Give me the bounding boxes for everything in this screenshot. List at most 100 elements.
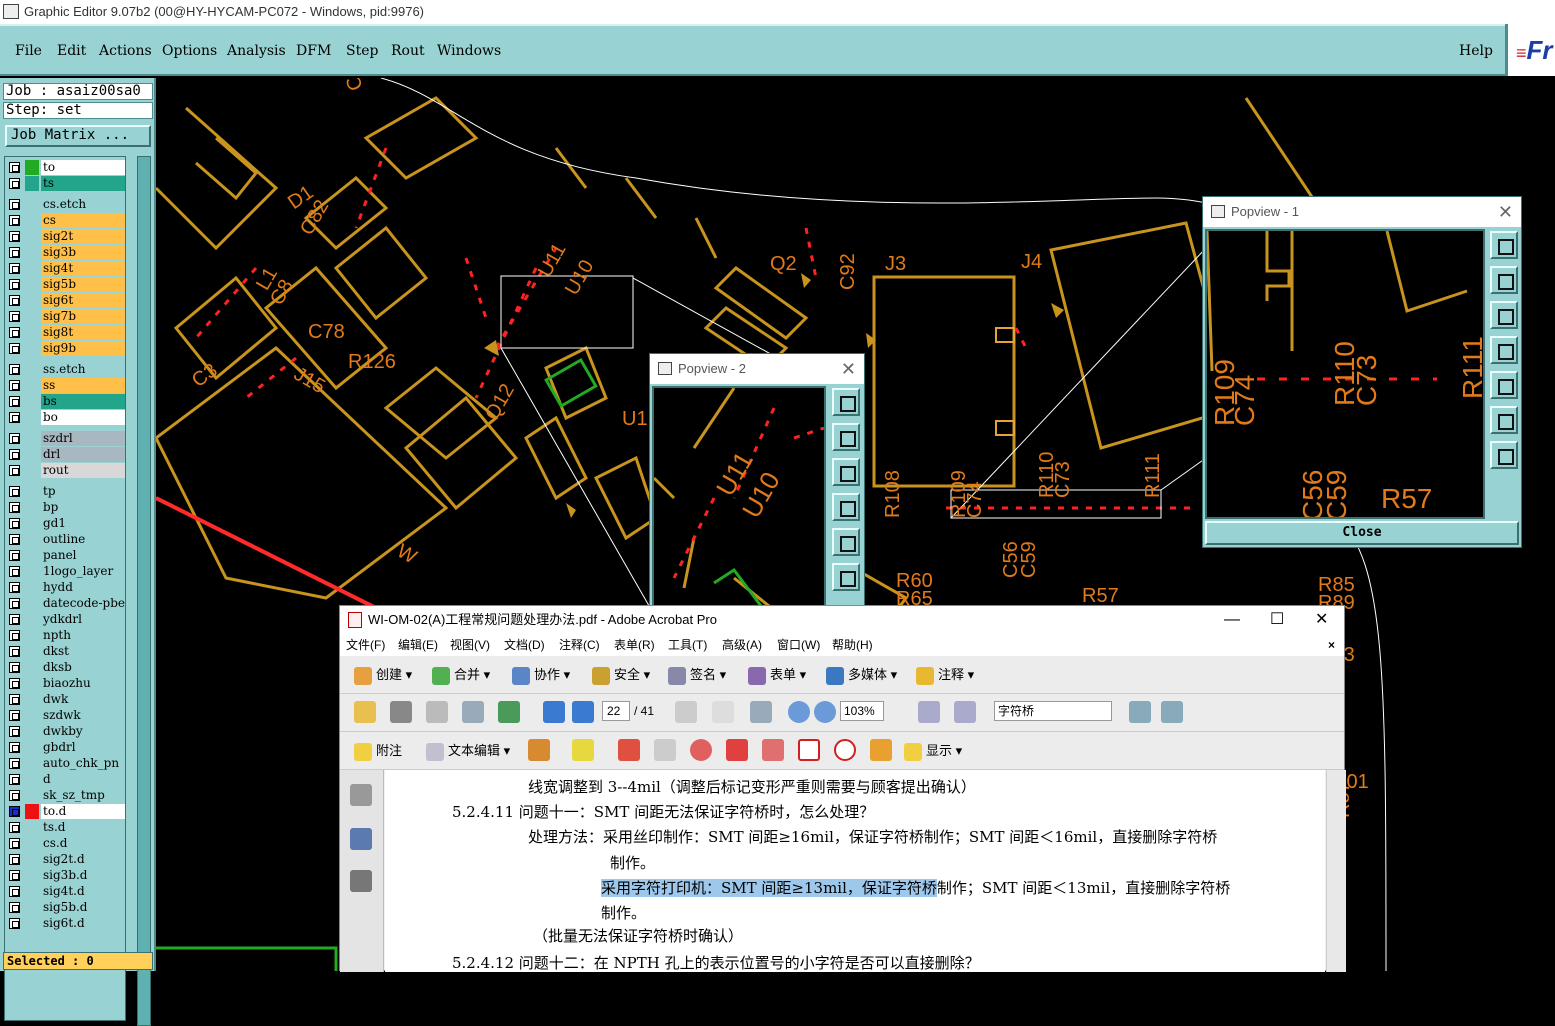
pan-left-button[interactable] xyxy=(1490,336,1518,364)
layer-checkbox[interactable] xyxy=(9,311,20,322)
layer-row[interactable]: to.d xyxy=(5,804,125,819)
previous-page-icon[interactable] xyxy=(543,701,565,723)
pan-left-button[interactable] xyxy=(832,493,860,521)
layer-checkbox[interactable] xyxy=(9,534,20,545)
layer-row[interactable]: bs xyxy=(5,394,125,409)
arrow-icon[interactable] xyxy=(726,739,748,761)
layer-row[interactable]: tp xyxy=(5,484,125,499)
layer-checkbox[interactable] xyxy=(9,433,20,444)
layer-name[interactable]: dwk xyxy=(41,692,125,707)
layer-checkbox[interactable] xyxy=(9,758,20,769)
layer-checkbox[interactable] xyxy=(9,630,20,641)
layer-checkbox[interactable] xyxy=(9,263,20,274)
layer-name[interactable]: cs.d xyxy=(41,836,125,851)
layer-row[interactable]: ss xyxy=(5,378,125,393)
layer-name[interactable]: ts xyxy=(41,176,125,191)
layer-name[interactable]: sig3b xyxy=(41,245,125,260)
close-icon[interactable]: ✕ xyxy=(1315,606,1328,634)
layer-name[interactable]: ydkdrl xyxy=(41,612,125,627)
layer-checkbox[interactable] xyxy=(9,918,20,929)
combine-button[interactable]: 合并 ▾ xyxy=(432,664,490,686)
layer-checkbox[interactable] xyxy=(9,295,20,306)
layer-row[interactable]: cs.d xyxy=(5,836,125,851)
textbox-icon[interactable] xyxy=(618,739,640,761)
comment-button[interactable]: 注释 ▾ xyxy=(916,664,974,686)
layer-name[interactable]: sk_sz_tmp xyxy=(41,788,125,803)
layer-row[interactable]: dksb xyxy=(5,660,125,675)
minimize-icon[interactable]: — xyxy=(1224,606,1240,634)
layer-row[interactable]: sig2t.d xyxy=(5,852,125,867)
acro-menu-file[interactable]: 文件(F) xyxy=(346,634,385,656)
layer-row[interactable]: sig4t.d xyxy=(5,884,125,899)
layer-checkbox[interactable] xyxy=(9,790,20,801)
layer-name[interactable]: gbdrl xyxy=(41,740,125,755)
layer-name[interactable]: tp xyxy=(41,484,125,499)
zoom-in-button[interactable] xyxy=(1490,231,1518,259)
layer-checkbox[interactable] xyxy=(9,380,20,391)
acro-menu-view[interactable]: 视图(V) xyxy=(450,634,490,656)
select-tool-icon[interactable] xyxy=(675,701,697,723)
layer-row[interactable]: d xyxy=(5,772,125,787)
acro-menu-comments[interactable]: 注释(C) xyxy=(559,634,600,656)
web-icon[interactable] xyxy=(498,701,520,723)
menu-edit[interactable]: Edit xyxy=(57,43,86,59)
secure-button[interactable]: 安全 ▾ xyxy=(592,664,650,686)
acro-menu-tools[interactable]: 工具(T) xyxy=(668,634,707,656)
layer-checkbox[interactable] xyxy=(9,614,20,625)
show-button[interactable]: 显示 ▾ xyxy=(904,740,962,762)
layer-checkbox[interactable] xyxy=(9,582,20,593)
layer-checkbox[interactable] xyxy=(9,822,20,833)
menu-options[interactable]: Options xyxy=(162,43,217,59)
pan-up-button[interactable] xyxy=(832,423,860,451)
layer-row[interactable]: bo xyxy=(5,410,125,425)
layer-row[interactable]: sig3b xyxy=(5,245,125,260)
layer-name[interactable]: sig4t xyxy=(41,261,125,276)
layer-row[interactable]: sig5b.d xyxy=(5,900,125,915)
layer-row[interactable]: sig3b.d xyxy=(5,868,125,883)
layer-name[interactable]: sig9b xyxy=(41,341,125,356)
zoom-fit-button[interactable] xyxy=(832,563,860,591)
line-icon[interactable] xyxy=(762,739,784,761)
create-button[interactable]: 创建 ▾ xyxy=(354,664,412,686)
layer-checkbox[interactable] xyxy=(9,838,20,849)
layer-checkbox[interactable] xyxy=(9,870,20,881)
layer-row[interactable]: sig9b xyxy=(5,341,125,356)
signatures-icon[interactable] xyxy=(350,870,372,892)
layer-row[interactable]: sig4t xyxy=(5,261,125,276)
layer-row[interactable]: sig5b xyxy=(5,277,125,292)
find-input[interactable]: 字符桥 xyxy=(994,701,1112,721)
layer-row[interactable]: gbdrl xyxy=(5,740,125,755)
layer-name[interactable]: outline xyxy=(41,532,125,547)
layer-name[interactable]: sig5b xyxy=(41,277,125,292)
layer-checkbox[interactable] xyxy=(9,550,20,561)
document-scrollbar[interactable] xyxy=(1326,770,1346,972)
layer-row[interactable]: auto_chk_pn xyxy=(5,756,125,771)
sign-button[interactable]: 签名 ▾ xyxy=(668,664,726,686)
layer-checkbox[interactable] xyxy=(9,486,20,497)
layer-row[interactable]: cs xyxy=(5,213,125,228)
pages-icon[interactable] xyxy=(350,784,372,806)
layer-row[interactable]: datecode-pbe xyxy=(5,596,125,611)
layer-name[interactable]: 1logo_layer xyxy=(41,564,125,579)
menu-rout[interactable]: Rout xyxy=(391,43,425,59)
sticky-note-button[interactable]: 附注 xyxy=(354,740,402,762)
layer-checkbox[interactable] xyxy=(9,215,20,226)
layer-name[interactable]: sig8t xyxy=(41,325,125,340)
text-insert-icon[interactable] xyxy=(572,739,594,761)
layer-name[interactable]: biaozhu xyxy=(41,676,125,691)
layer-name[interactable]: to.d xyxy=(41,804,125,819)
pan-up-button[interactable] xyxy=(1490,266,1518,294)
layer-row[interactable]: rout xyxy=(5,463,125,478)
acro-menu-advanced[interactable]: 高级(A) xyxy=(722,634,762,656)
layer-name[interactable]: sig5b.d xyxy=(41,900,125,915)
zoom-fit-button[interactable] xyxy=(1490,406,1518,434)
multimedia-button[interactable]: 多媒体 ▾ xyxy=(826,664,897,686)
menu-actions[interactable]: Actions xyxy=(99,43,152,59)
fit-width-icon[interactable] xyxy=(918,701,940,723)
zoom-out-icon[interactable] xyxy=(788,701,810,723)
layer-row[interactable]: sig8t xyxy=(5,325,125,340)
layer-checkbox[interactable] xyxy=(9,646,20,657)
close-icon[interactable]: ✕ xyxy=(841,354,856,384)
acro-menu-forms[interactable]: 表单(R) xyxy=(614,634,655,656)
layer-name[interactable]: rout xyxy=(41,463,125,478)
